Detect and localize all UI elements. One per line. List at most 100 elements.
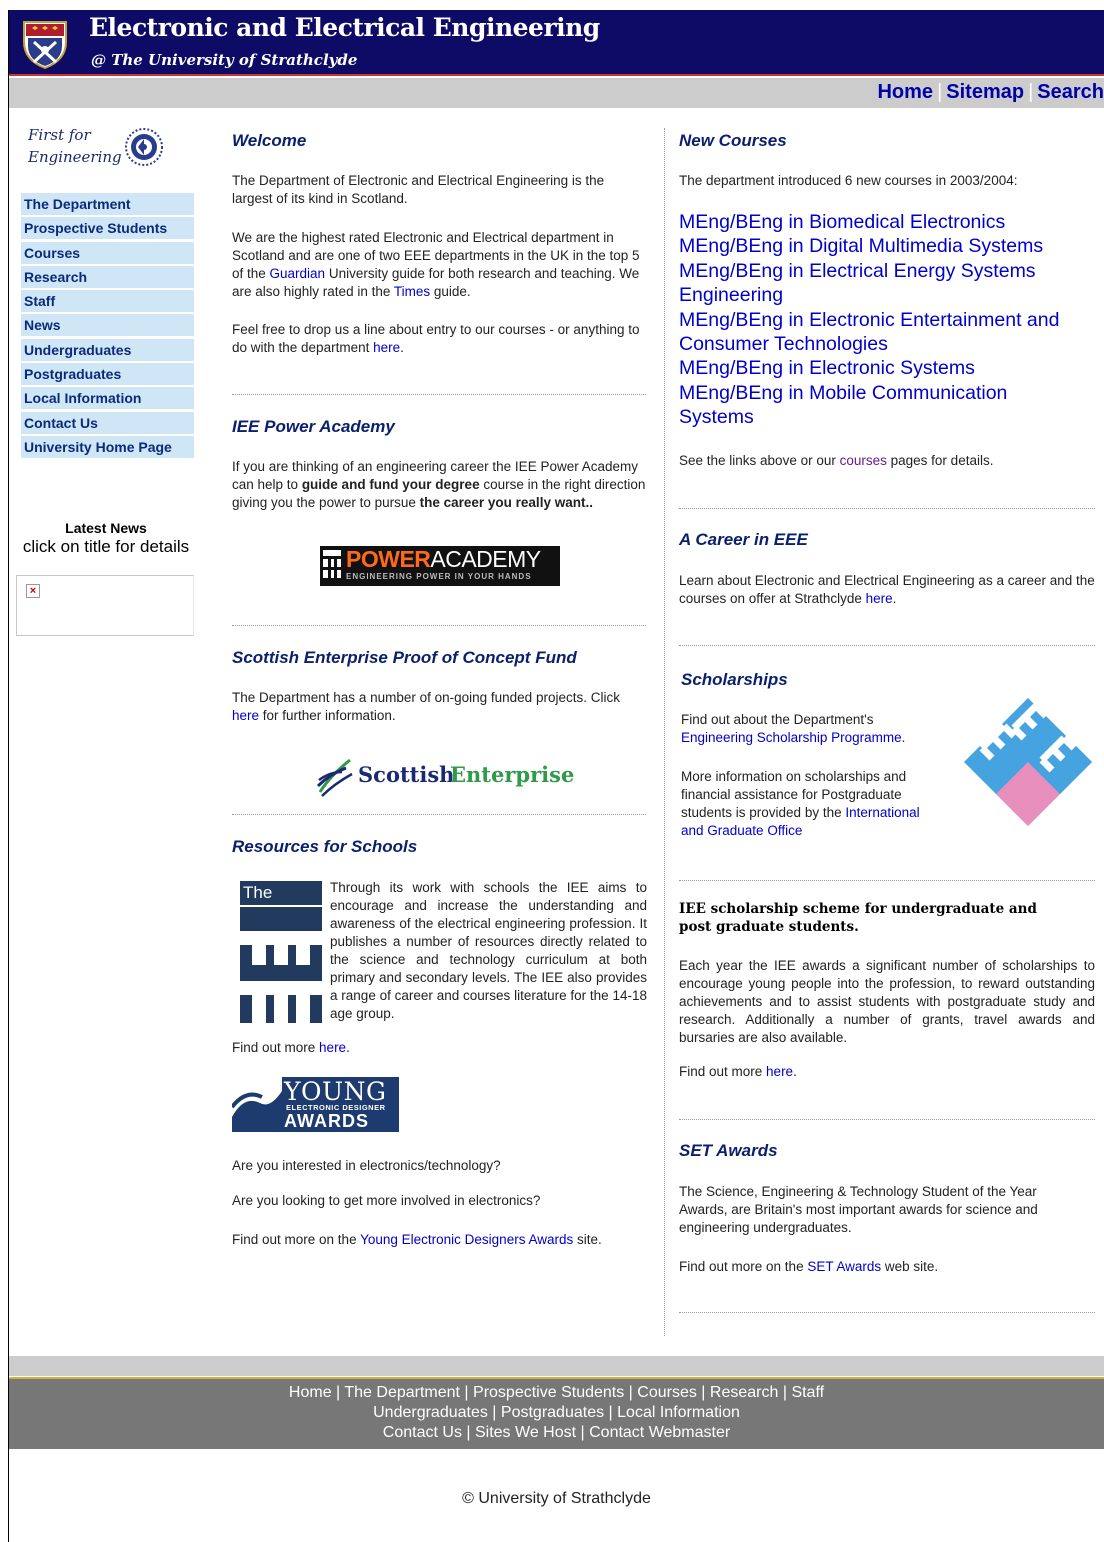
times-link[interactable]: Times: [394, 284, 430, 299]
iee-letters-icon: [240, 905, 322, 1023]
copyright-text: © University of Strathclyde: [462, 1490, 651, 1507]
yeda-wave-icon: [232, 1077, 282, 1132]
section-divider: [232, 625, 646, 626]
sidebar-item-local-information[interactable]: Local Information: [21, 387, 194, 411]
footer-link-sites-we-host[interactable]: Sites We Host: [475, 1424, 576, 1441]
set-awards-paragraph: The Science, Engineering & Technology St…: [679, 1184, 1038, 1235]
section-divider: [679, 645, 1095, 646]
nav-separator: |: [937, 81, 943, 103]
contact-here-link[interactable]: here: [373, 340, 400, 355]
footer-link-staff[interactable]: Staff: [791, 1384, 824, 1401]
target-emblem-icon: [125, 128, 163, 166]
logo-text-line2: Engineering: [28, 148, 122, 166]
logo-text-line1: First for: [28, 126, 91, 144]
sidebar-item-undergraduates[interactable]: Undergraduates: [21, 338, 194, 362]
footer-link-home[interactable]: Home: [289, 1384, 332, 1401]
welcome-paragraph-3: Feel free to drop us a line about entry …: [232, 322, 640, 355]
young-electronic-designer-awards-logo[interactable]: YOUNG ELECTRONIC DESIGNER AWARDS: [232, 1077, 399, 1132]
course-link-biomedical-electronics[interactable]: MEng/BEng in Biomedical Electronics: [679, 210, 1095, 234]
course-link-electronic-systems[interactable]: MEng/BEng in Electronic Systems: [679, 356, 1095, 380]
projects-here-link[interactable]: here: [232, 708, 259, 723]
scottish-enterprise-paragraph: The Department has a number of on-going …: [232, 690, 620, 723]
sidebar-item-prospective-students[interactable]: Prospective Students: [21, 217, 194, 241]
set-awards-find-more: Find out more on the SET Awards web site…: [679, 1259, 939, 1274]
footer-top-band: [9, 1356, 1104, 1376]
footer-link-contact-webmaster[interactable]: Contact Webmaster: [589, 1424, 730, 1441]
nav-search-link[interactable]: Search: [1037, 81, 1104, 103]
footer-link-contact-us[interactable]: Contact Us: [383, 1424, 462, 1441]
site-title: Electronic and Electrical Engineering: [89, 13, 600, 42]
nav-sitemap-link[interactable]: Sitemap: [946, 81, 1024, 103]
footer-line-3: Contact Us | Sites We Host | Contact Web…: [382, 1424, 731, 1441]
scottish-enterprise-word2: Enterprise: [450, 762, 575, 787]
schools-title: Resources for Schools: [232, 837, 418, 856]
yeda-logo-awards: AWARDS: [284, 1111, 370, 1131]
scholarships-paragraph-1: Find out about the Department's Engineer…: [681, 712, 906, 745]
schools-find-more: Find out more here.: [232, 1040, 350, 1055]
guardian-link[interactable]: Guardian: [270, 266, 326, 281]
sidebar-item-courses[interactable]: Courses: [21, 241, 194, 265]
university-crest-icon[interactable]: [20, 16, 70, 70]
sidebar-item-staff[interactable]: Staff: [21, 290, 194, 314]
nav-home-link[interactable]: Home: [877, 81, 933, 103]
schools-here-link[interactable]: here: [319, 1040, 346, 1055]
eee-diamond-logo-icon: [964, 698, 1092, 826]
new-courses-intro: The department introduced 6 new courses …: [679, 173, 1018, 188]
site-header: Electronic and Electrical Engineering @ …: [9, 10, 1104, 76]
footer-link-local-information[interactable]: Local Information: [617, 1404, 740, 1421]
schools-question-2: Are you looking to get more involved in …: [232, 1193, 541, 1208]
iee-scholarship-find-more: Find out more here.: [679, 1064, 797, 1079]
scottish-enterprise-title: Scottish Enterprise Proof of Concept Fun…: [232, 648, 577, 667]
iee-scholarship-heading: IEE scholarship scheme for undergraduate…: [679, 901, 1037, 935]
latest-news-title: Latest News: [65, 520, 147, 536]
welcome-paragraph-1: The Department of Electronic and Electri…: [232, 173, 605, 206]
scottish-enterprise-logo[interactable]: Scottish Enterprise: [316, 754, 576, 798]
welcome-title: Welcome: [232, 131, 307, 150]
sidebar-item-the-department[interactable]: The Department: [21, 193, 194, 216]
footer-link-prospective-students[interactable]: Prospective Students: [473, 1384, 624, 1401]
footer-line-2: Undergraduates | Postgraduates | Local I…: [373, 1404, 740, 1421]
footer-link-undergraduates[interactable]: Undergraduates: [373, 1404, 488, 1421]
latest-news-box: ×: [16, 575, 194, 636]
broken-image-icon[interactable]: ×: [26, 584, 40, 598]
footer-nav: Home | The Department | Prospective Stud…: [9, 1377, 1104, 1449]
top-nav-bar: Home | Sitemap | Search: [9, 78, 1104, 108]
yeda-site-link[interactable]: Young Electronic Designers Awards: [360, 1232, 573, 1247]
courses-pages-link[interactable]: courses: [840, 453, 887, 468]
scholarship-programme-link[interactable]: Engineering Scholarship Programme: [681, 730, 902, 745]
sidebar-item-contact-us[interactable]: Contact Us: [21, 411, 194, 435]
career-here-link[interactable]: here: [866, 591, 893, 606]
course-link-electronic-entertainment[interactable]: MEng/BEng in Electronic Entertainment an…: [679, 308, 1095, 357]
power-academy-logo[interactable]: POWERACADEMY ENGINEERING POWER IN YOUR H…: [320, 546, 560, 586]
career-paragraph: Learn about Electronic and Electrical En…: [679, 573, 1095, 606]
course-link-electrical-energy-systems[interactable]: MEng/BEng in Electrical Energy Systems E…: [679, 259, 1069, 308]
sidebar-item-postgraduates[interactable]: Postgraduates: [21, 363, 194, 387]
set-awards-link[interactable]: SET Awards: [807, 1259, 881, 1274]
iee-scholarship-here-link[interactable]: here: [766, 1064, 793, 1079]
power-academy-emblem-icon: [323, 550, 341, 578]
scottish-enterprise-word1: Scottish: [358, 762, 455, 787]
page: Electronic and Electrical Engineering @ …: [0, 0, 1104, 1542]
footer-link-postgraduates[interactable]: Postgraduates: [501, 1404, 604, 1421]
iee-scholarship-paragraph: Each year the IEE awards a significant n…: [679, 958, 1095, 1045]
footer-link-research[interactable]: Research: [710, 1384, 778, 1401]
iee-logo[interactable]: The: [240, 881, 322, 1023]
sidebar-item-university-home-page[interactable]: University Home Page: [21, 435, 194, 459]
scholarships-paragraph-2: More information on scholarships and fin…: [681, 769, 920, 838]
section-divider: [232, 394, 646, 395]
section-divider: [679, 1119, 1095, 1120]
power-academy-logo-text: POWERACADEMY: [346, 546, 541, 572]
career-title: A Career in EEE: [679, 530, 808, 549]
sidebar-item-news[interactable]: News: [21, 314, 194, 338]
section-divider: [679, 880, 1095, 881]
footer-link-the-department[interactable]: The Department: [344, 1384, 460, 1401]
left-border-rule: [8, 10, 9, 1542]
section-divider: [679, 1312, 1095, 1313]
course-link-digital-multimedia-systems[interactable]: MEng/BEng in Digital Multimedia Systems: [679, 234, 1095, 258]
course-link-mobile-communication-systems[interactable]: MEng/BEng in Mobile Communication System…: [679, 381, 1049, 430]
first-for-engineering-logo[interactable]: First for Engineering: [28, 126, 168, 172]
footer-line-1: Home | The Department | Prospective Stud…: [288, 1384, 825, 1401]
footer-link-courses[interactable]: Courses: [637, 1384, 697, 1401]
section-divider: [679, 508, 1095, 509]
sidebar-item-research[interactable]: Research: [21, 265, 194, 289]
